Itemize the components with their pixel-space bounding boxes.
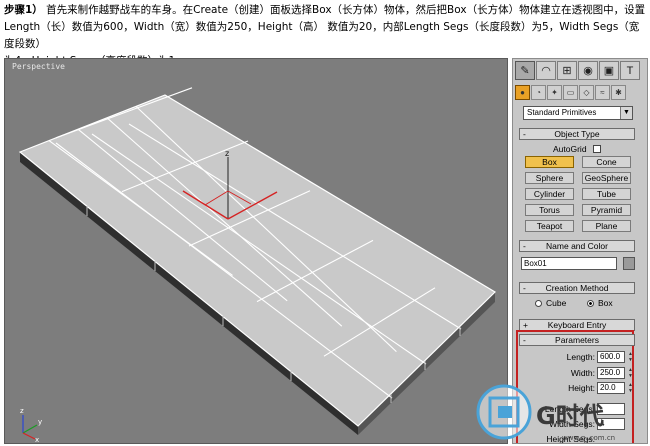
length-spinner-icon[interactable]: ▲ ▼ (626, 351, 635, 363)
length-input[interactable]: 600.0 (597, 351, 625, 363)
collapse-icon: - (523, 129, 526, 139)
width-spinner-icon[interactable]: ▲ ▼ (626, 367, 635, 379)
object-category-row: ● ◔ ✦ ▭ ◇ ≈ ✱ (515, 85, 645, 101)
corner-axis-z: z (20, 407, 24, 415)
systems-icon[interactable]: ✱ (611, 85, 626, 100)
tube-button[interactable]: Tube (582, 188, 631, 200)
watermark-logo: G时代 www.g..com.cn (470, 384, 650, 446)
create-icon[interactable]: ✎ (515, 61, 535, 80)
step-label: 步骤1） (4, 4, 43, 16)
collapse-icon: - (523, 335, 526, 345)
instruction-line-1: 首先来制作越野战车的车身。在Create（创建）面板选择Box（长方体）物体，然… (46, 4, 646, 16)
geometry-icon[interactable]: ● (515, 85, 530, 100)
radio-dot[interactable] (535, 300, 542, 307)
chevron-down-icon[interactable]: ▼ (620, 107, 632, 119)
utilities-icon[interactable]: T (620, 61, 640, 80)
cube-radio-label: Cube (546, 298, 567, 308)
length-label: Length: (566, 352, 595, 362)
primitive-type-dropdown[interactable]: Standard Primitives ▼ (523, 106, 633, 120)
teapot-button[interactable]: Teapot (525, 220, 574, 232)
parameters-header: Parameters (555, 335, 599, 345)
corner-axis-y: y (38, 418, 42, 426)
box-radio[interactable]: Box (587, 298, 613, 308)
corner-axis-x: x (35, 436, 39, 444)
cameras-icon[interactable]: ▭ (563, 85, 578, 100)
helpers-icon[interactable]: ◇ (579, 85, 594, 100)
shapes-icon[interactable]: ◔ (531, 85, 546, 100)
cone-button[interactable]: Cone (582, 156, 631, 168)
name-color-rollout[interactable]: - Name and Color (519, 240, 635, 252)
cylinder-button[interactable]: Cylinder (525, 188, 574, 200)
dropdown-value: Standard Primitives (527, 108, 597, 117)
length-param: Length: 600.0 ▲ ▼ (519, 351, 635, 364)
modify-icon[interactable]: ◠ (536, 61, 556, 80)
cube-radio[interactable]: Cube (535, 298, 566, 308)
collapse-icon: - (523, 283, 526, 293)
keyboard-entry-header: Keyboard Entry (547, 320, 607, 330)
lights-icon[interactable]: ✦ (547, 85, 562, 100)
watermark-url: www.g..com.cn (562, 434, 615, 442)
width-param: Width: 250.0 ▲ ▼ (519, 367, 635, 380)
torus-button[interactable]: Torus (525, 204, 574, 216)
box-top-face (18, 94, 496, 427)
watermark-brand: G时代 (536, 402, 604, 430)
object-type-header: Object Type (554, 129, 600, 139)
creation-method-rollout[interactable]: - Creation Method (519, 282, 635, 294)
gizmo-z-label: z (225, 149, 229, 158)
radio-dot-selected[interactable] (587, 300, 594, 307)
pyramid-button[interactable]: Pyramid (582, 204, 631, 216)
display-icon[interactable]: ▣ (599, 61, 619, 80)
autogrid-checkbox[interactable] (592, 145, 601, 153)
creation-method-header: Creation Method (545, 283, 609, 293)
autogrid-label: AutoGrid (553, 144, 587, 154)
object-type-rollout[interactable]: - Object Type (519, 128, 635, 140)
width-input[interactable]: 250.0 (597, 367, 625, 379)
autogrid-toggle[interactable]: AutoGrid (553, 144, 601, 154)
plane-button[interactable]: Plane (582, 220, 631, 232)
spacewarps-icon[interactable]: ≈ (595, 85, 610, 100)
collapse-icon: - (523, 241, 526, 251)
name-color-header: Name and Color (546, 241, 608, 251)
perspective-viewport[interactable]: Perspective z z y x (4, 58, 508, 444)
box-object-svg[interactable]: z z y x (5, 59, 508, 444)
geosphere-button[interactable]: GeoSphere (582, 172, 631, 184)
box-button[interactable]: Box (525, 156, 574, 168)
instruction-line-2: Length（长）数值为600，Width（宽）数值为250，Height（高）… (4, 21, 640, 50)
watermark-graphic: G时代 www.g..com.cn (476, 384, 615, 442)
width-label: Width: (570, 368, 595, 378)
object-color-swatch[interactable] (623, 257, 635, 270)
object-name-field[interactable]: Box01 (521, 257, 617, 270)
hierarchy-icon[interactable]: ⊞ (557, 61, 577, 80)
box-radio-label: Box (598, 298, 613, 308)
panel-tabs: ✎ ◠ ⊞ ◉ ▣ T (515, 61, 645, 81)
sphere-button[interactable]: Sphere (525, 172, 574, 184)
motion-icon[interactable]: ◉ (578, 61, 598, 80)
parameters-rollout[interactable]: - Parameters (519, 334, 635, 346)
world-axes-icon: z y x (20, 407, 42, 444)
expand-icon: + (523, 320, 528, 330)
